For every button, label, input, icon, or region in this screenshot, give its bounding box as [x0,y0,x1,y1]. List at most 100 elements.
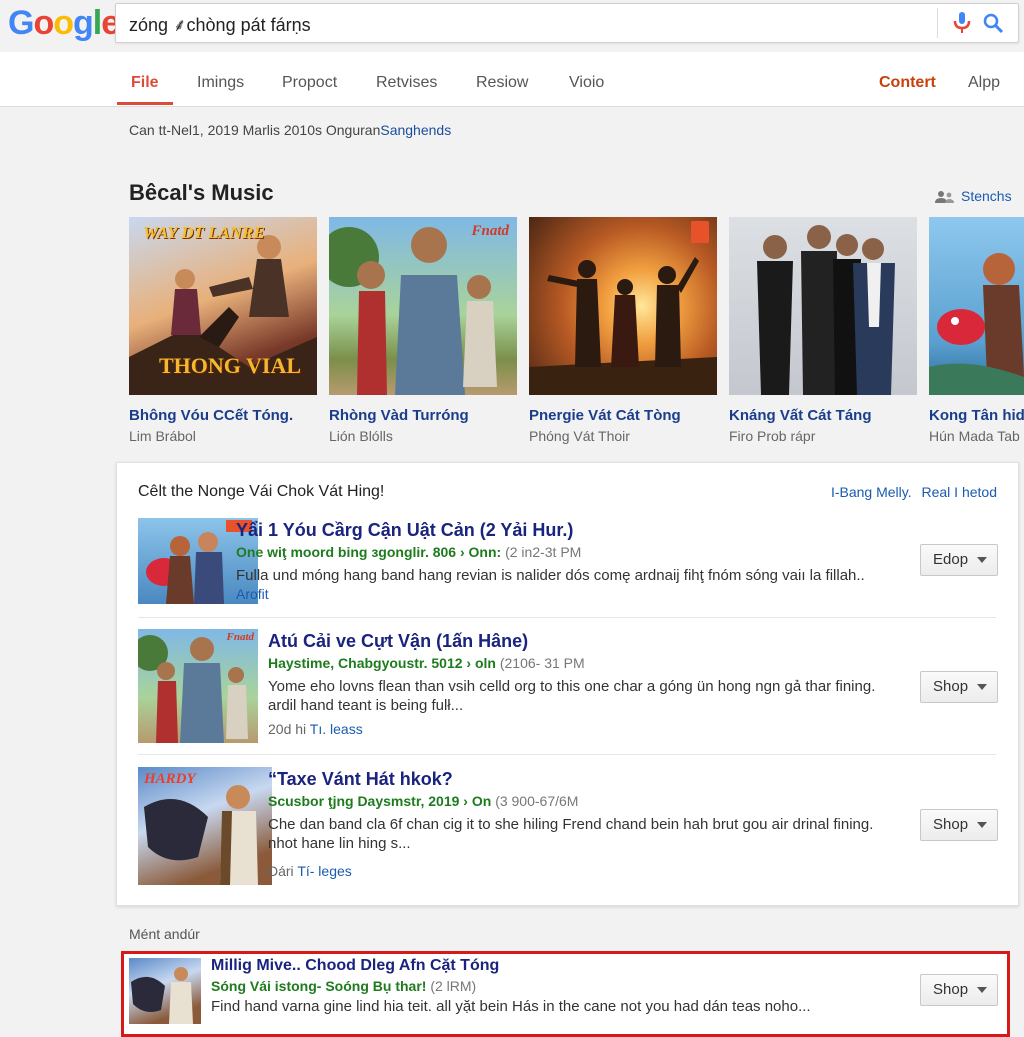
result-meta-link[interactable]: Tı. leass [310,721,363,737]
result-meta-link[interactable]: Arofit [236,586,269,602]
poster-title: Fnatd [471,223,509,239]
album-art: WAY DT LANRE THONG VIAL [129,217,317,395]
result-url-text: Haystime, Chabgyoustr. 5012 › oln [268,655,496,671]
badge-icon [691,221,709,243]
ad-url: Sóng Vái istong- Soóng Bụ thar! (2 lRM) [211,978,476,994]
logo-letter: o [33,4,54,42]
poster-title: Fnatd [226,631,254,643]
album-art: Fnatd [329,217,517,395]
music-card[interactable]: Knáng Vất Cát Táng Firo Prob rápr [729,217,917,444]
result-stats-text: Can tt-Nel1, 2019 Marlis 2010s Onguran [129,122,381,138]
music-card-artist: Firo Prob rápr [729,428,816,444]
ads-label: Mént andúr [129,926,200,942]
microphone-icon[interactable] [952,11,972,35]
result-url: One wiţ moord bing зgonglir. 806 › Onn: … [236,544,581,560]
result-thumbnail[interactable]: Fnatd [138,629,258,743]
results-links: I-Bang Melly. Real I hetod [825,484,997,500]
result-thumbnail[interactable]: HARDY [138,767,272,885]
result-meta: Arofit [236,586,269,602]
shop-button[interactable]: Shop [920,671,998,703]
music-card[interactable]: Pnergie Vát Cát Tòng Phóng Vát Thoir [529,217,717,444]
search-icon[interactable] [982,12,1004,34]
shop-button-label: Shop [933,678,969,695]
chevron-down-icon [977,557,987,563]
logo-letter: o [53,4,74,42]
search-input[interactable]: zóng ⸙chòng pát fárṇs [115,3,1019,43]
result-stats: Can tt-Nel1, 2019 Marlis 2010s OnguranSa… [129,122,451,138]
result-meta: 20d hi Tı. leass [268,721,363,737]
result-time: (2 in2-3t PM [505,544,582,560]
result-url-text: One wiţ moord bing зgonglir. 806 › Onn: [236,544,502,560]
music-card[interactable]: Fnatd Rhòng Vàd Turróng Lión Blólls [329,217,517,444]
music-card[interactable]: Kong Tân hids Hún Mada Tab [929,217,1024,444]
highlighted-ad-result[interactable]: Millig Mive.. Chood Dleg Afn Cặt Tóng Só… [121,951,1010,1037]
logo-letter: G [8,4,34,42]
divider [138,617,996,618]
tab-imings[interactable]: Imings [197,74,244,92]
album-art-illustration [529,257,717,395]
result-snippet: Yome eho lovns flean than vsih celld org… [268,678,876,714]
ad-snippet: Find hand varna gine lind hia teit. all … [211,998,811,1015]
ad-time: (2 lRM) [430,978,477,994]
music-card-title[interactable]: Knáng Vất Cát Táng [729,407,917,424]
music-more-link[interactable]: Stenchs [935,188,1012,204]
thumbnail-illustration [138,635,248,743]
tab-file[interactable]: File [131,74,159,92]
chevron-down-icon [977,987,987,993]
result-row[interactable]: HARDY “Taxe Vánt Hát hkok? Scusbor ţjng … [138,767,998,885]
music-card[interactable]: WAY DT LANRE THONG VIAL Bhông Vóu CCết T… [129,217,317,444]
album-art [729,217,917,395]
album-art [929,217,1024,395]
ad-thumbnail[interactable] [129,958,201,1024]
album-art-illustration [329,227,497,395]
result-title[interactable]: Yẩi 1 Yóu Cầrg Cận Uật Cản (2 Yải Hur.) [236,520,573,541]
shop-button-label: Shop [933,981,969,998]
result-row[interactable]: Fnatd Atú Cải ve Cựt Vận (1ấn Hâne) Hays… [138,629,998,743]
results-link-1[interactable]: I-Bang Melly. [831,484,912,500]
tab-propoct[interactable]: Propoct [282,74,337,92]
result-title[interactable]: Atú Cải ve Cựt Vận (1ấn Hâne) [268,631,528,652]
result-meta-link[interactable]: Tí- leges [297,863,351,879]
tab-contert[interactable]: Contert [879,74,936,92]
results-heading: Cêlt the Nonge Vái Chok Vát Hing! [138,483,385,500]
music-more-label: Stenchs [961,188,1012,204]
result-url: Haystime, Chabgyoustr. 5012 › oln (2106-… [268,655,585,671]
top-bar: Google zóng ⸙chòng pát fárṇs [0,0,1024,52]
result-title[interactable]: “Taxe Vánt Hát hkok? [268,769,453,790]
music-card-title[interactable]: Rhòng Vàd Turróng [329,407,517,424]
music-card-title[interactable]: Pnergie Vát Cát Tòng [529,407,717,424]
result-snippet: Fulla und móng hang band hang revian is … [236,567,865,584]
tab-alpp[interactable]: Alpp [968,74,1000,92]
music-card-artist: Phóng Vát Thoir [529,428,630,444]
album-art-illustration [757,225,895,395]
shop-button[interactable]: Shop [920,809,998,841]
tab-retvises[interactable]: Retvises [376,74,437,92]
shop-button[interactable]: Shop [920,974,998,1006]
result-time: (3 900-67/6M [495,793,579,809]
search-divider [937,8,938,38]
tab-vioio[interactable]: Vioio [569,74,604,92]
result-time: (2106- 31 PM [499,655,585,671]
ad-title[interactable]: Millig Mive.. Chood Dleg Afn Cặt Tóng [211,957,499,975]
music-card-title[interactable]: Bhông Vóu CCết Tóng. [129,407,317,424]
music-card-artist: Lim Brábol [129,428,196,444]
people-icon [935,191,954,203]
logo-letter: l [92,4,103,42]
result-url-text: Scusbor ţjng Daysmstr, 2019 › On [268,793,492,809]
music-card-artist: Hún Mada Tab [929,428,1020,444]
album-art-illustration [929,253,1024,395]
shop-button-label: Shop [933,816,969,833]
google-logo[interactable]: Google [8,4,120,43]
poster-title-2: THONG VIAL [159,353,302,378]
music-card-artist: Lión Blólls [329,428,393,444]
results-panel: Cêlt the Nonge Vái Chok Vát Hing! I-Bang… [116,462,1019,906]
divider [138,754,996,755]
result-row[interactable]: Yẩi 1 Yóu Cầrg Cận Uật Cản (2 Yải Hur.) … [138,518,998,608]
album-art [529,217,717,395]
result-action-button[interactable]: Edop [920,544,998,576]
music-card-title[interactable]: Kong Tân hids [929,407,1024,424]
results-link-2[interactable]: Real I hetod [922,484,998,500]
search-query: zóng ⸙chòng pát fárṇs [129,15,311,35]
tab-resiow[interactable]: Resiow [476,74,528,92]
result-stats-link[interactable]: Sanghends [380,122,451,138]
